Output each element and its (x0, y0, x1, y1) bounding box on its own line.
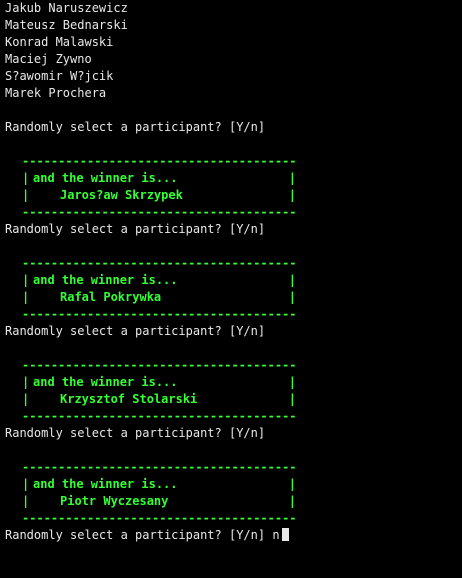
winner-name: Krzysztof Stolarski (60, 392, 198, 406)
text-cursor (281, 528, 289, 541)
terminal-window[interactable]: Jakub Naruszewicz Mateusz Bednarski Konr… (0, 0, 462, 542)
box-name-row: | Piotr Wyczesany | (22, 493, 296, 510)
winner-intro: and the winner is... (33, 171, 178, 185)
winner-box: ----------------------------------------… (22, 357, 296, 425)
prompt-line: Randomly select a participant? [Y/n] (5, 324, 266, 338)
box-border-left: | (22, 477, 30, 491)
box-border-right: | (288, 494, 296, 508)
box-border-left: | (22, 188, 30, 202)
winner-box: ----------------------------------------… (22, 153, 296, 221)
box-border-right: | (288, 392, 296, 406)
box-intro-row: | and the winner is... | (22, 170, 296, 187)
winner-intro: and the winner is... (33, 273, 178, 287)
winner-intro: and the winner is... (33, 375, 178, 389)
box-border-right: | (288, 375, 296, 389)
box-border-right: | (288, 188, 296, 202)
participant-line: Konrad Malawski (5, 35, 114, 49)
box-border-right: | (288, 171, 296, 185)
winner-box: ----------------------------------------… (22, 255, 296, 323)
box-rule-top: ---------------------------------------- (22, 256, 296, 270)
box-border-left: | (22, 273, 30, 287)
prompt-line: Randomly select a participant? [Y/n] (5, 222, 266, 236)
box-border-left: | (22, 375, 30, 389)
box-border-left: | (22, 494, 30, 508)
box-rule-top: ---------------------------------------- (22, 460, 296, 474)
box-border-right: | (288, 290, 296, 304)
participant-line: Maciej Zywno (5, 52, 92, 66)
participant-line: Jakub Naruszewicz (5, 1, 128, 15)
box-border-right: | (288, 273, 296, 287)
box-name-row: | Rafal Pokrywka | (22, 289, 296, 306)
box-rule-top: ---------------------------------------- (22, 358, 296, 372)
participant-line: Mateusz Bednarski (5, 18, 128, 32)
box-rule-top: ---------------------------------------- (22, 154, 296, 168)
prompt-line: Randomly select a participant? [Y/n] (5, 426, 266, 440)
box-border-left: | (22, 171, 30, 185)
participant-line: S?awomir W?jcik (5, 69, 114, 83)
prompt-line-active[interactable]: Randomly select a participant? [Y/n] n (5, 527, 462, 544)
box-border-left: | (22, 290, 30, 304)
winner-name: Piotr Wyczesany (60, 494, 169, 508)
prompt-answer[interactable]: n (272, 528, 279, 542)
box-border-right: | (288, 477, 296, 491)
box-name-row: | Jaros?aw Skrzypek | (22, 187, 296, 204)
winner-box: ----------------------------------------… (22, 459, 296, 527)
box-name-row: | Krzysztof Stolarski | (22, 391, 296, 408)
winner-name: Rafal Pokrywka (60, 290, 162, 304)
box-intro-row: | and the winner is... | (22, 476, 296, 493)
winner-name: Jaros?aw Skrzypek (60, 188, 183, 202)
box-border-left: | (22, 392, 30, 406)
participant-line: Marek Prochera (5, 86, 107, 100)
prompt-line: Randomly select a participant? [Y/n] (5, 120, 266, 134)
winner-intro: and the winner is... (33, 477, 178, 491)
box-intro-row: | and the winner is... | (22, 272, 296, 289)
box-intro-row: | and the winner is... | (22, 374, 296, 391)
